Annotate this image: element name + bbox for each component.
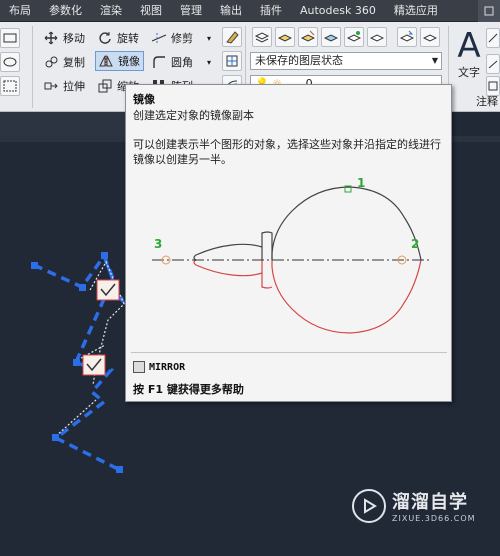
play-logo-icon [352,488,386,523]
checkmark-marker [82,354,106,376]
grip-handle[interactable] [101,252,108,259]
tooltip-title: 镜像 [133,93,155,106]
watermark: 溜溜自学 ZIXUE.3D66.COM [352,488,476,523]
tooltip-subtitle: 创建选定对象的镜像副本 [133,109,254,122]
point-label-1: 1 [357,176,365,190]
tooltip-divider [131,352,447,353]
original-outline [271,186,422,261]
point-label-3: 3 [154,237,162,251]
checkmark-marker [96,279,120,301]
mirrored-outline [271,259,422,334]
tooltip-help: 按 F1 键获得更多帮助 [133,383,244,396]
watermark-brand: 溜溜自学 [392,492,468,513]
command-name: MIRROR [149,361,186,373]
grip-handle[interactable] [52,434,59,441]
grip-handle[interactable] [31,262,38,269]
mirror-tooltip: 镜像 创建选定对象的镜像副本 可以创建表示半个图形的对象，选择这些对象并沿指定的… [125,84,452,402]
command-icon [133,361,145,373]
point-label-2: 2 [411,237,419,251]
tooltip-command: MIRROR [133,361,185,373]
mirror-illustration: 1 2 3 [152,176,430,334]
grip-handle[interactable] [116,466,123,473]
watermark-url: ZIXUE.3D66.COM [392,514,476,523]
tooltip-description: 可以创建表示半个图形的对象，选择这些对象并沿指定的线进行镜像以创建另一半。 [133,138,441,166]
grip-handle[interactable] [73,359,80,366]
grip-handle[interactable] [79,284,86,291]
